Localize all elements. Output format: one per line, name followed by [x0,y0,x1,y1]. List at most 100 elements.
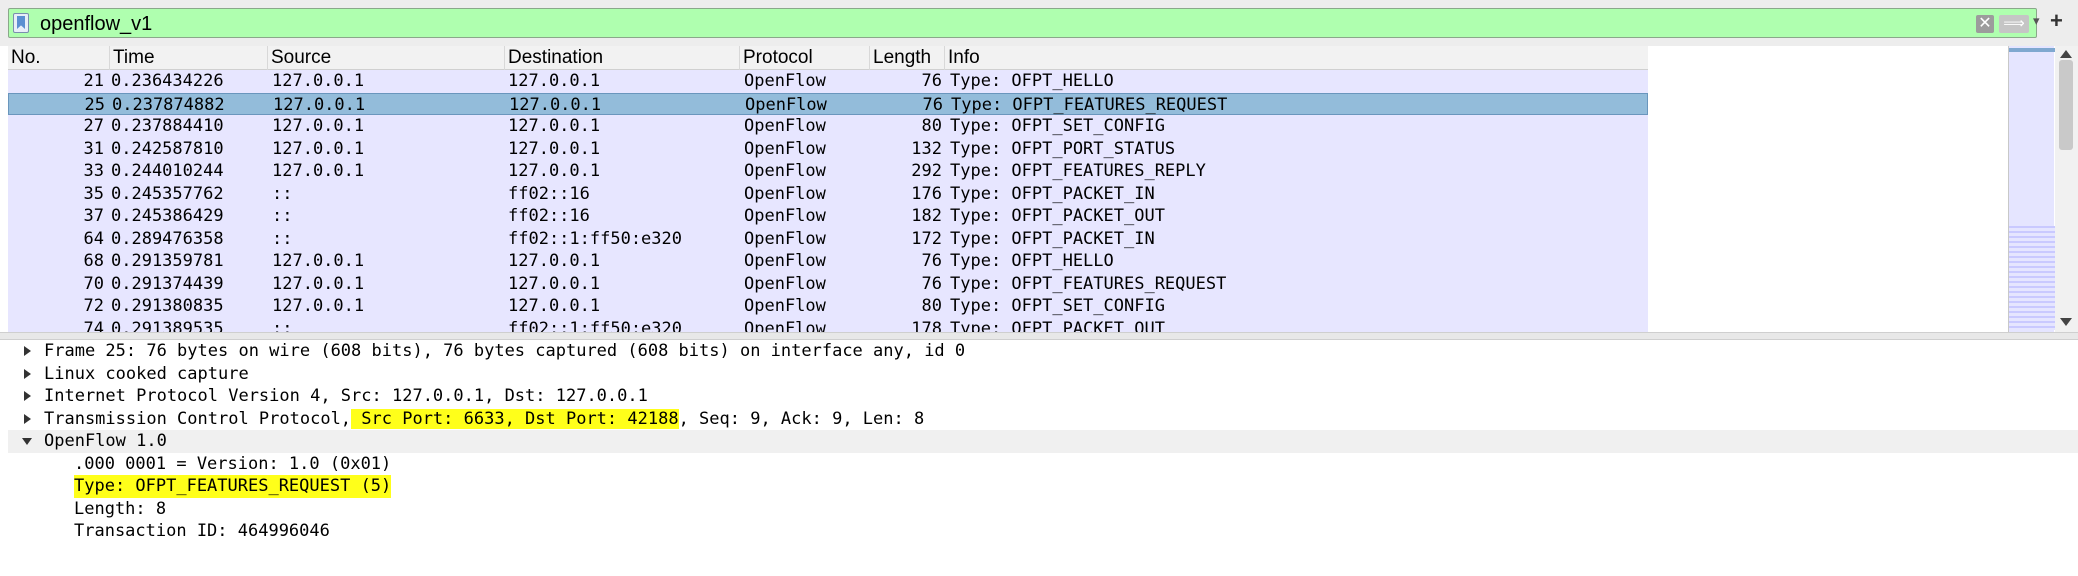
detail-openflow-text: OpenFlow 1.0 [44,431,167,451]
packet-row[interactable]: 35 0.245357762:: ff02::16 OpenFlow 176 Type: … [8,182,1648,205]
packet-cell-proto: OpenFlow [745,94,827,115]
packet-cell-proto: OpenFlow [744,138,826,159]
display-filter-input[interactable]: openflow_v1 ✕ ⟹ ▾ [8,8,2040,38]
packet-cell-no: 72 [83,296,104,316]
packet-cell-src: 127.0.0.1 [272,296,365,316]
detail-linux-cooked[interactable]: Linux cooked capture [8,363,2078,386]
packet-cell-src: 127.0.0.1 [272,71,365,91]
packet-cell-len: 182 [911,206,942,226]
filter-text[interactable]: openflow_v1 [40,13,152,36]
packet-row[interactable]: 25 0.237874882 127.0.0.1 127.0.0.1 OpenFlow 7… [8,92,1648,115]
packet-cell-src: 127.0.0.1 [273,94,366,115]
packet-row[interactable]: 37 0.245386429:: ff02::16 OpenFlow 182 Type: … [8,205,1648,228]
expand-arrow-icon[interactable] [20,363,38,385]
scroll-thumb[interactable] [2059,60,2073,150]
packet-cell-no: 74 [83,318,104,333]
packet-row[interactable]: 27 0.237884410 127.0.0.1 127.0.0.1 OpenFlow 8… [8,115,1648,138]
packet-cell-time: 0.291389535 [111,318,224,333]
packet-cell-no: 64 [83,228,104,249]
packet-row[interactable]: 72 0.291380835 127.0.0.1 127.0.0.1 OpenFlow 8… [8,295,1648,318]
packet-row[interactable]: 33 0.244010244 127.0.0.1 127.0.0.1 OpenFlow 2… [8,160,1648,183]
detail-frame[interactable]: Frame 25: 76 bytes on wire (608 bits), 7… [8,340,2078,363]
detail-of-type[interactable]: Type: OFPT_FEATURES_REQUEST (5) [8,475,2078,498]
column-header-no[interactable]: No. [8,46,110,70]
packet-cell-no: 27 [83,116,104,136]
packet-list-scrollbar[interactable] [2055,46,2078,332]
detail-frame-text: Frame 25: 76 bytes on wire (608 bits), 7… [44,341,966,361]
packet-cell-proto: OpenFlow [744,318,826,333]
filter-history-dropdown-icon[interactable]: ▾ [2033,13,2040,29]
clear-filter-icon[interactable]: ✕ [1976,15,1994,33]
packet-cell-len: 76 [921,71,942,91]
detail-ipv4[interactable]: Internet Protocol Version 4, Src: 127.0.… [8,385,2078,408]
packet-cell-dst: 127.0.0.1 [508,138,601,159]
packet-cell-no: 70 [83,273,104,294]
add-filter-button[interactable]: + [2050,9,2063,33]
packet-cell-info: Type: OFPT_FEATURES_REQUEST [951,94,1228,115]
packet-row[interactable]: 68 0.291359781 127.0.0.1 127.0.0.1 OpenFlow 7… [8,250,1648,273]
packet-cell-proto: OpenFlow [744,273,826,294]
detail-of-length[interactable]: Length: 8 [8,498,2078,521]
packet-cell-proto: OpenFlow [744,116,826,136]
filter-bookmark-icon[interactable] [13,13,29,33]
packet-cell-len: 80 [921,296,942,316]
packet-cell-dst: 127.0.0.1 [509,94,602,115]
packet-cell-len: 178 [911,318,942,333]
packet-cell-time: 0.236434226 [111,71,224,91]
packet-cell-time: 0.245357762 [111,183,224,204]
packet-cell-time: 0.289476358 [111,228,224,249]
packet-cell-proto: OpenFlow [744,183,826,204]
pane-splitter[interactable] [0,332,2078,340]
detail-of-xid[interactable]: Transaction ID: 464996046 [8,520,2078,543]
packet-cell-src: 127.0.0.1 [272,138,365,159]
packet-row[interactable]: 31 0.242587810 127.0.0.1 127.0.0.1 OpenFlow 1… [8,137,1648,160]
packet-row[interactable]: 21 0.236434226 127.0.0.1 127.0.0.1 OpenFlow 7… [8,70,1648,93]
detail-tcp[interactable]: Transmission Control Protocol, Src Port:… [8,408,2078,431]
detail-openflow[interactable]: OpenFlow 1.0 [8,430,2078,453]
packet-row[interactable]: 74 0.291389535:: ff02::1:ff50:e320 OpenFlow… [8,317,1648,333]
packet-cell-info: Type: OFPT_HELLO [950,71,1114,91]
packet-cell-dst: ff02::1:ff50:e320 [508,318,682,333]
column-header-length[interactable]: Length [870,46,945,70]
column-header-time[interactable]: Time [110,46,268,70]
packet-minimap[interactable] [2008,46,2055,332]
packet-cell-info: Type: OFPT_PACKET_IN [950,228,1155,249]
packet-rows: 21 0.236434226 127.0.0.1 127.0.0.1 OpenFlow 7… [8,70,1648,332]
packet-row[interactable]: 70 0.291374439 127.0.0.1 127.0.0.1 OpenFlow 7… [8,272,1648,295]
packet-cell-info: Type: OFPT_FEATURES_REPLY [950,161,1206,181]
collapse-arrow-icon[interactable] [20,430,38,452]
packet-cell-time: 0.291374439 [111,273,224,294]
packet-cell-src: :: [272,183,293,204]
column-header-protocol[interactable]: Protocol [740,46,870,70]
expand-arrow-icon[interactable] [20,385,38,407]
minimap-selection [2009,48,2055,52]
packet-cell-info: Type: OFPT_FEATURES_REQUEST [950,273,1227,294]
column-header-destination[interactable]: Destination [505,46,740,70]
packet-cell-src: 127.0.0.1 [272,273,365,294]
scroll-up-icon[interactable] [2060,50,2072,58]
packet-cell-dst: 127.0.0.1 [508,161,601,181]
packet-cell-info: Type: OFPT_PACKET_IN [950,183,1155,204]
packet-cell-proto: OpenFlow [744,161,826,181]
packet-cell-info: Type: OFPT_PORT_STATUS [950,138,1176,159]
column-header-source[interactable]: Source [268,46,505,70]
scroll-down-icon[interactable] [2060,318,2072,326]
packet-cell-no: 31 [83,138,104,159]
packet-cell-dst: 127.0.0.1 [508,251,601,271]
packet-cell-dst: ff02::1:ff50:e320 [508,228,682,249]
packet-cell-len: 76 [921,273,942,294]
packet-cell-dst: 127.0.0.1 [508,296,601,316]
packet-cell-src: :: [272,228,293,249]
expand-arrow-icon[interactable] [20,408,38,430]
tcp-prefix: Transmission Control Protocol, [44,408,352,429]
detail-of-version[interactable]: .000 0001 = Version: 1.0 (0x01) [8,453,2078,476]
apply-filter-icon[interactable]: ⟹ [1999,15,2029,33]
packet-cell-dst: ff02::16 [508,183,590,204]
expand-arrow-icon[interactable] [20,340,38,362]
packet-cell-no: 25 [84,94,105,115]
column-header-info[interactable]: Info [945,46,1648,70]
packet-row[interactable]: 64 0.289476358:: ff02::1:ff50:e320 OpenFlow… [8,227,1648,250]
packet-cell-info: Type: OFPT_PACKET_OUT [950,206,1165,226]
packet-cell-src: 127.0.0.1 [272,161,365,181]
minimap-rows [2009,226,2055,330]
